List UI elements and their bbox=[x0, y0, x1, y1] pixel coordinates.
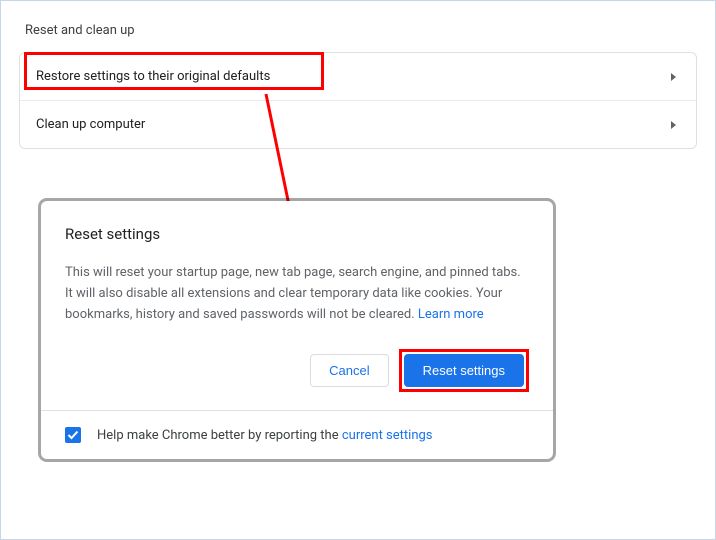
section-title: Reset and clean up bbox=[1, 1, 715, 38]
chevron-right-icon bbox=[671, 73, 676, 81]
dialog-footer: Help make Chrome better by reporting the… bbox=[41, 410, 553, 459]
check-icon bbox=[67, 429, 79, 441]
reset-settings-dialog: Reset settings This will reset your star… bbox=[41, 201, 553, 459]
current-settings-link[interactable]: current settings bbox=[342, 428, 433, 443]
restore-defaults-label: Restore settings to their original defau… bbox=[36, 69, 671, 84]
dialog-body: This will reset your startup page, new t… bbox=[65, 263, 529, 325]
reset-settings-button[interactable]: Reset settings bbox=[404, 354, 524, 387]
learn-more-link[interactable]: Learn more bbox=[418, 307, 484, 322]
chevron-right-icon bbox=[671, 121, 676, 129]
settings-card: Restore settings to their original defau… bbox=[19, 52, 697, 149]
dialog-title: Reset settings bbox=[65, 225, 529, 243]
cancel-button[interactable]: Cancel bbox=[310, 354, 388, 387]
footer-text: Help make Chrome better by reporting the bbox=[97, 428, 342, 443]
cleanup-computer-label: Clean up computer bbox=[36, 117, 671, 132]
cleanup-computer-row[interactable]: Clean up computer bbox=[20, 100, 696, 148]
footer-label: Help make Chrome better by reporting the… bbox=[97, 428, 433, 443]
dialog-actions: Cancel Reset settings bbox=[65, 349, 529, 410]
report-checkbox[interactable] bbox=[65, 427, 81, 443]
restore-defaults-row[interactable]: Restore settings to their original defau… bbox=[20, 53, 696, 100]
annotation-highlight-button: Reset settings bbox=[399, 349, 529, 392]
